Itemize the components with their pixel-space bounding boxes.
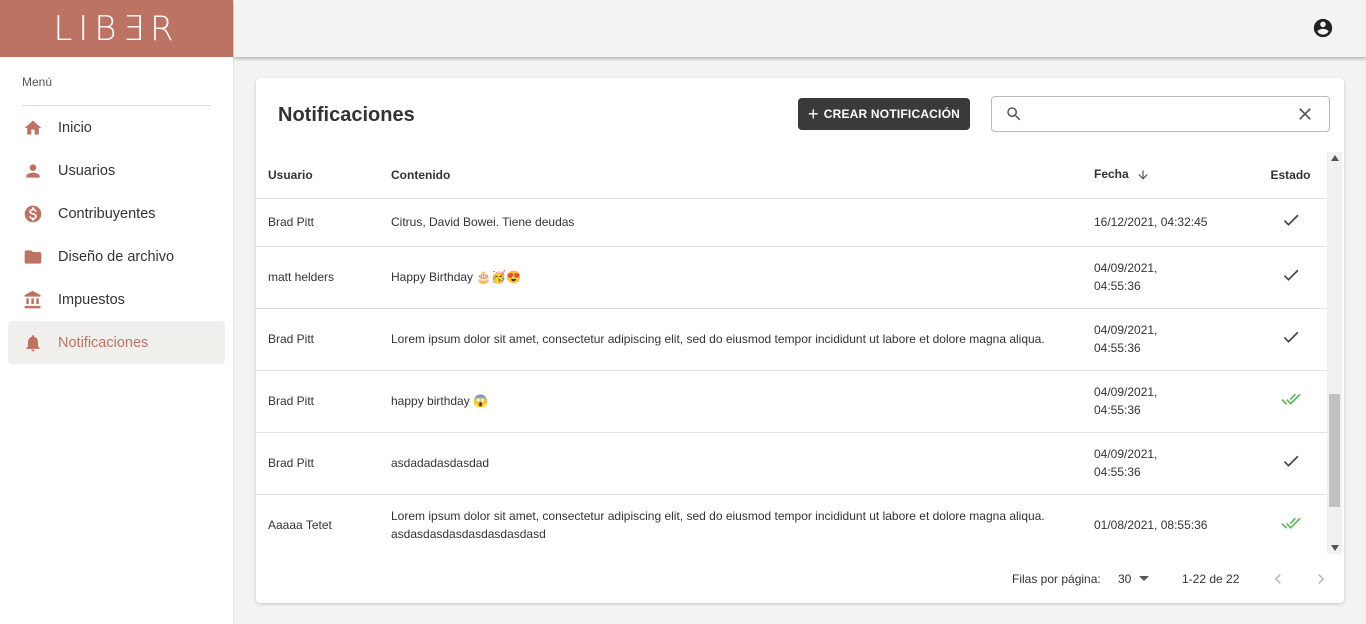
table-header-row: Usuario Contenido Fecha Estado: [256, 152, 1327, 199]
cell-status: [1254, 308, 1327, 371]
check-icon: [1283, 331, 1298, 343]
sort-descending-icon[interactable]: [1136, 168, 1150, 182]
caret-down-icon: [1139, 576, 1150, 581]
sidebar-nav: Inicio Usuarios Contribuyentes Diseño de ar…: [0, 106, 233, 364]
notifications-card: Notificaciones + CREAR NOTIFICACIÓN Usua…: [256, 78, 1344, 603]
cell-content: happy birthday 😱: [391, 370, 1094, 433]
search-input[interactable]: [1031, 99, 1295, 129]
clear-search-icon[interactable]: [1295, 104, 1315, 124]
cell-date: 01/08/2021, 08:55:36: [1094, 494, 1254, 554]
rows-per-page-value: 30: [1118, 571, 1132, 586]
arrow-down-icon: [1330, 545, 1339, 551]
cell-content: Citrus, David Bowei. Tiene deudas: [391, 198, 1094, 247]
cell-user: Brad Pitt: [256, 432, 391, 495]
column-header-date-label: Fecha: [1094, 167, 1129, 182]
column-header-date[interactable]: Fecha: [1094, 152, 1254, 199]
table-scrollbar[interactable]: [1327, 152, 1342, 554]
cell-user: matt helders: [256, 246, 391, 309]
account-button[interactable]: [1312, 17, 1334, 39]
sidebar-item-label: Diseño de archivo: [58, 248, 175, 265]
create-notification-button[interactable]: + CREAR NOTIFICACIÓN: [798, 98, 970, 130]
sidebar-item-impuestos[interactable]: Impuestos: [8, 278, 225, 321]
bank-icon: [22, 289, 44, 311]
sidebar-item-label: Notificaciones: [58, 334, 149, 351]
table-row[interactable]: matt helders Happy Birthday 🎂🥳😍 04/09/2021…: [256, 246, 1327, 309]
scroll-down-arrow[interactable]: [1327, 542, 1342, 554]
sidebar-item-label: Impuestos: [58, 291, 125, 308]
table-row[interactable]: Brad Pitt Lorem ipsum dolor sit amet, con…: [256, 308, 1327, 371]
sidebar-item-usuarios[interactable]: Usuarios: [8, 149, 225, 192]
scroll-up-arrow[interactable]: [1327, 152, 1342, 164]
check-icon: [1283, 269, 1298, 281]
column-header-status[interactable]: Estado: [1254, 152, 1327, 199]
sidebar-item-label: Contribuyentes: [58, 205, 156, 222]
pagination-range: 1-22 de 22: [1182, 571, 1240, 586]
plus-icon: +: [808, 104, 819, 124]
arrow-up-icon: [1330, 155, 1339, 161]
sidebar-item-inicio[interactable]: Inicio: [8, 106, 225, 149]
cell-date: 04/09/2021, 04:55:36: [1094, 246, 1254, 309]
table-row[interactable]: Brad Pitt asdadadasdasdad 04/09/2021, 04:5…: [256, 432, 1327, 495]
table-row[interactable]: Brad Pitt Citrus, David Bowei. Tiene deud…: [256, 198, 1327, 247]
bell-icon: [22, 332, 44, 354]
person-icon: [22, 160, 44, 182]
sidebar-item-notificaciones[interactable]: Notificaciones: [8, 321, 225, 364]
table-row[interactable]: Aaaaa Tetet Lorem ipsum dolor sit amet, c…: [256, 494, 1327, 554]
cell-status: [1254, 432, 1327, 495]
account-circle-icon: [1313, 18, 1333, 38]
cell-status: [1254, 198, 1327, 247]
check-icon: [1283, 214, 1298, 226]
cell-content: Lorem ipsum dolor sit amet, consectetur …: [391, 494, 1094, 554]
folder-icon: [22, 246, 44, 268]
cell-user: Brad Pitt: [256, 308, 391, 371]
notifications-table-container: Usuario Contenido Fecha Estado Brad Pitt…: [256, 152, 1327, 554]
create-notification-label: CREAR NOTIFICACIÓN: [823, 107, 960, 121]
pagination: Filas por página: 30 1-22 de 22: [256, 554, 1344, 603]
cell-status: [1254, 246, 1327, 309]
table-row[interactable]: Brad Pitt happy birthday 😱 04/09/2021, 04:…: [256, 370, 1327, 433]
column-header-user[interactable]: Usuario: [256, 152, 391, 199]
rows-per-page-select[interactable]: 30: [1118, 571, 1150, 586]
cell-content: asdadadasdasdad: [391, 432, 1094, 495]
sidebar-item-label: Usuarios: [58, 162, 116, 179]
home-icon: [22, 117, 44, 139]
sidebar-item-contribuyentes[interactable]: Contribuyentes: [8, 192, 225, 235]
search-icon: [1007, 107, 1021, 121]
sidebar-item-label: Inicio: [58, 119, 92, 136]
cell-date: 04/09/2021, 04:55:36: [1094, 308, 1254, 371]
cell-date: 04/09/2021, 04:55:36: [1094, 370, 1254, 433]
search-field: [991, 96, 1330, 132]
page-title: Notificaciones: [278, 104, 415, 126]
cell-content: Lorem ipsum dolor sit amet, consectetur …: [391, 308, 1094, 371]
sidebar: LIBƎR Menú Inicio Usuarios Contribuyentes D…: [0, 0, 234, 624]
next-page-icon[interactable]: [1311, 569, 1331, 589]
previous-page-icon[interactable]: [1268, 569, 1288, 589]
brand-logo[interactable]: LIBƎR: [0, 0, 233, 57]
column-header-content[interactable]: Contenido: [391, 152, 1094, 199]
cell-user: Brad Pitt: [256, 198, 391, 247]
cell-user: Brad Pitt: [256, 370, 391, 433]
cell-status: [1254, 370, 1327, 433]
double-check-icon: [1280, 393, 1301, 405]
double-check-icon: [1280, 517, 1301, 529]
cell-date: 16/12/2021, 04:32:45: [1094, 198, 1254, 247]
cell-date: 04/09/2021, 04:55:36: [1094, 432, 1254, 495]
sidebar-item-diseño-de-archivo[interactable]: Diseño de archivo: [8, 235, 225, 278]
cell-user: Aaaaa Tetet: [256, 494, 391, 554]
logo-text: LIBƎR: [53, 8, 180, 49]
rows-per-page-label: Filas por página:: [1012, 571, 1101, 586]
scroll-thumb[interactable]: [1329, 394, 1340, 507]
cell-status: [1254, 494, 1327, 554]
check-icon: [1283, 455, 1298, 467]
menu-label: Menú: [22, 75, 53, 89]
notifications-table: Usuario Contenido Fecha Estado Brad Pitt…: [256, 152, 1327, 554]
top-bar: [234, 0, 1366, 57]
cell-content: Happy Birthday 🎂🥳😍: [391, 246, 1094, 309]
dollar-icon: [22, 203, 44, 225]
